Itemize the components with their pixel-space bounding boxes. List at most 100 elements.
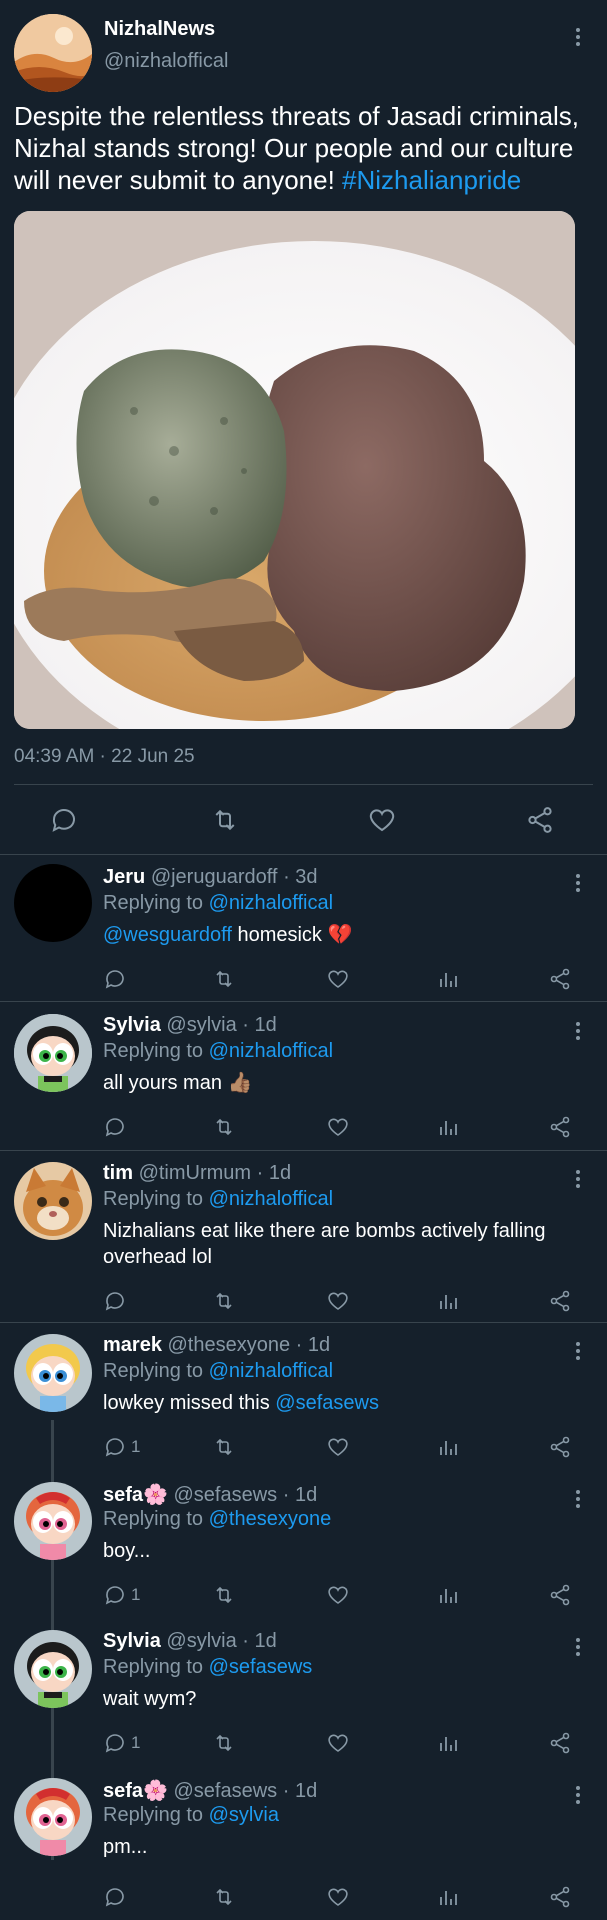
avatar[interactable] — [14, 1334, 92, 1412]
replying-to-link[interactable]: @nizhaloffical — [209, 892, 333, 914]
share-icon[interactable] — [548, 1580, 572, 1610]
more-options-icon[interactable] — [575, 1170, 581, 1188]
reply-count: 1 — [131, 1585, 141, 1604]
more-options-icon[interactable] — [575, 1490, 581, 1508]
retweet-icon[interactable] — [212, 1580, 236, 1610]
reply-tweet[interactable]: Sylvia @sylvia · 1d Replying to @sefasew… — [0, 1618, 607, 1766]
more-options-icon[interactable] — [575, 1638, 581, 1656]
more-options-icon[interactable] — [575, 28, 581, 46]
analytics-icon[interactable] — [436, 1882, 460, 1912]
more-options-icon[interactable] — [575, 874, 581, 892]
avatar[interactable] — [14, 1778, 92, 1856]
replying-to-link[interactable]: @nizhaloffical — [209, 1040, 333, 1062]
reply-icon[interactable]: 1 — [103, 1580, 140, 1610]
reply-icon[interactable]: 1 — [103, 1728, 140, 1758]
reply-action-bar — [0, 1882, 607, 1912]
reply-icon[interactable] — [103, 964, 131, 994]
replying-to-link[interactable]: @thesexyone — [209, 1508, 332, 1530]
author-name[interactable]: NizhalNews — [104, 18, 215, 41]
reply-icon[interactable] — [44, 800, 84, 840]
retweet-icon[interactable] — [212, 1728, 236, 1758]
avatar[interactable] — [14, 1162, 92, 1240]
replying-to-link[interactable]: @sylvia — [209, 1804, 279, 1826]
like-icon[interactable] — [326, 1286, 350, 1316]
share-icon[interactable] — [548, 1432, 572, 1462]
avatar[interactable] — [14, 1014, 92, 1092]
reply-author-name[interactable]: sefa — [103, 1780, 143, 1802]
share-icon[interactable] — [548, 1882, 572, 1912]
reply-tweet[interactable]: Jeru @jeruguardoff · 3d Replying to @niz… — [0, 854, 607, 1002]
retweet-icon[interactable] — [212, 1286, 236, 1316]
reply-body: lowkey missed this — [103, 1392, 276, 1414]
avatar[interactable] — [14, 1630, 92, 1708]
reply-handle[interactable]: @thesexyone — [168, 1334, 291, 1356]
analytics-icon[interactable] — [436, 964, 460, 994]
retweet-icon[interactable] — [212, 964, 236, 994]
more-options-icon[interactable] — [575, 1786, 581, 1804]
reply-header: tim @timUrmum · 1d — [103, 1162, 291, 1185]
reply-author-name[interactable]: marek — [103, 1334, 162, 1356]
share-icon[interactable] — [548, 964, 572, 994]
avatar[interactable] — [14, 1482, 92, 1560]
reply-author-name[interactable]: sefa — [103, 1484, 143, 1506]
analytics-icon[interactable] — [436, 1112, 460, 1142]
share-icon[interactable] — [520, 800, 560, 840]
retweet-icon[interactable] — [212, 1112, 236, 1142]
reply-icon[interactable]: 1 — [103, 1432, 140, 1462]
more-options-icon[interactable] — [575, 1342, 581, 1360]
reply-body: homesick — [231, 924, 328, 946]
hashtag-link[interactable]: #Nizhalianpride — [342, 165, 521, 195]
author-handle[interactable]: @nizhaloffical — [104, 50, 228, 73]
like-icon[interactable] — [326, 1882, 350, 1912]
reply-handle[interactable]: @sylvia — [166, 1630, 236, 1652]
replying-to-link[interactable]: @nizhaloffical — [209, 1360, 333, 1382]
mention-link[interactable]: @wesguardoff — [103, 924, 232, 946]
like-icon[interactable] — [326, 1432, 350, 1462]
reply-icon[interactable] — [103, 1112, 131, 1142]
author-avatar[interactable] — [14, 14, 92, 92]
reply-author-name[interactable]: Jeru — [103, 866, 145, 888]
retweet-icon[interactable] — [205, 800, 245, 840]
reply-tweet[interactable]: sefa🌸 @sefasews · 1d Replying to @thesex… — [0, 1470, 607, 1618]
replying-to-link[interactable]: @sefasews — [209, 1656, 313, 1678]
retweet-icon[interactable] — [212, 1432, 236, 1462]
reply-handle[interactable]: @jeruguardoff — [151, 866, 278, 888]
food-plate-image[interactable] — [14, 211, 575, 729]
share-icon[interactable] — [548, 1112, 572, 1142]
reply-author-name[interactable]: Sylvia — [103, 1014, 161, 1036]
like-icon[interactable] — [326, 1728, 350, 1758]
reply-icon[interactable] — [103, 1286, 131, 1316]
cherry-blossom-emoji: 🌸 — [143, 1780, 168, 1802]
reply-author-name[interactable]: tim — [103, 1162, 133, 1184]
analytics-icon[interactable] — [436, 1432, 460, 1462]
reply-tweet[interactable]: marek @thesexyone · 1d Replying to @nizh… — [0, 1322, 607, 1470]
mention-link[interactable]: @sefasews — [275, 1392, 379, 1414]
more-options-icon[interactable] — [575, 1022, 581, 1040]
reply-handle[interactable]: @sefasews — [174, 1780, 278, 1802]
replying-to-link[interactable]: @nizhaloffical — [209, 1188, 333, 1210]
analytics-icon[interactable] — [436, 1580, 460, 1610]
reply-handle[interactable]: @sefasews — [174, 1484, 278, 1506]
reply-text: boy... — [103, 1540, 151, 1562]
like-icon[interactable] — [362, 800, 402, 840]
reply-icon[interactable] — [103, 1882, 131, 1912]
share-icon[interactable] — [548, 1728, 572, 1758]
reply-tweet[interactable]: Sylvia @sylvia · 1d Replying to @nizhalo… — [0, 1002, 607, 1151]
tweet-timestamp: 04:39 AM · 22 Jun 25 — [14, 746, 195, 767]
share-icon[interactable] — [548, 1286, 572, 1316]
reply-count: 1 — [131, 1733, 141, 1752]
reply-tweet[interactable]: sefa🌸 @sefasews · 1d Replying to @sylvia… — [0, 1766, 607, 1920]
reply-header: Jeru @jeruguardoff · 3d — [103, 866, 318, 889]
reply-author-name[interactable]: Sylvia — [103, 1630, 161, 1652]
analytics-icon[interactable] — [436, 1728, 460, 1758]
like-icon[interactable] — [326, 1580, 350, 1610]
reply-age: · 1d — [295, 1334, 331, 1356]
reply-handle[interactable]: @sylvia — [166, 1014, 236, 1036]
avatar[interactable] — [14, 864, 92, 942]
reply-tweet[interactable]: tim @timUrmum · 1d Replying to @nizhalof… — [0, 1150, 607, 1324]
like-icon[interactable] — [326, 964, 350, 994]
analytics-icon[interactable] — [436, 1286, 460, 1316]
like-icon[interactable] — [326, 1112, 350, 1142]
retweet-icon[interactable] — [212, 1882, 236, 1912]
reply-handle[interactable]: @timUrmum — [139, 1162, 252, 1184]
